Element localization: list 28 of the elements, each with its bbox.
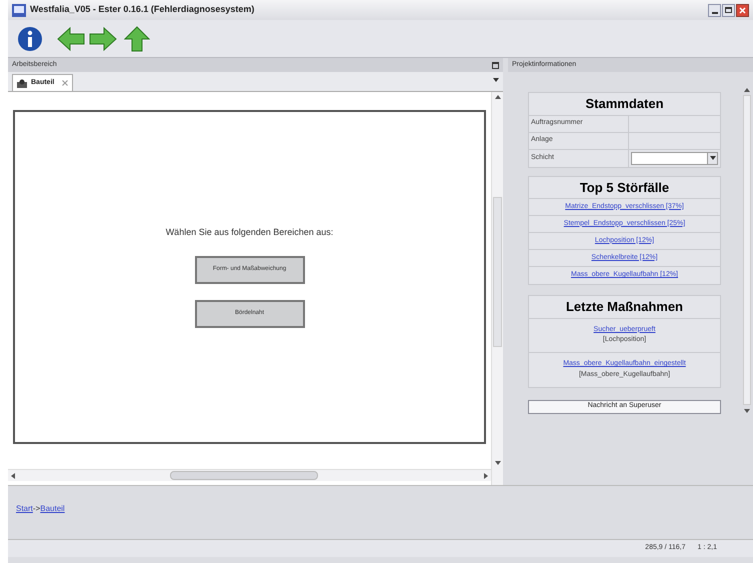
breadcrumb-link[interactable]: Start [16,502,33,514]
prompt-text: Wählen Sie aus folgenden Bereichen aus: [166,226,334,239]
maximize-button[interactable] [722,4,735,16]
window-title: Westfalia_V05 - Ester 0.16.1 (Fehlerdiagnosesystem) [30,3,256,16]
close-button[interactable] [736,4,749,16]
scroll-down-icon[interactable] [494,461,500,465]
close-icon [739,6,746,14]
panel-toggle-icon[interactable] [492,62,499,68]
breadcrumb-separator: -> [32,502,40,514]
scroll-left-icon[interactable] [11,472,15,478]
close-tab-icon[interactable] [62,80,68,86]
minimize-button[interactable] [708,4,721,16]
vertical-scrollbar[interactable] [491,92,503,485]
info-icon[interactable] [16,24,44,52]
forward-arrow-icon[interactable] [88,26,118,52]
section-title: Top 5 Störfälle [529,176,720,199]
section-title: Letzte Maßnahmen [529,296,720,318]
part-icon [17,78,27,88]
horizontal-scrollbar[interactable] [8,469,491,481]
home-arrow-icon[interactable] [124,26,150,52]
breadcrumb-link[interactable]: Bauteil [40,502,65,514]
scroll-down-icon[interactable] [744,409,750,413]
tab-list-icon[interactable] [493,78,499,82]
shift-dropdown[interactable] [631,152,718,164]
scroll-up-icon[interactable] [494,95,500,99]
back-arrow-icon[interactable] [56,26,86,52]
app-icon [12,4,26,16]
caret-icon [710,156,716,160]
